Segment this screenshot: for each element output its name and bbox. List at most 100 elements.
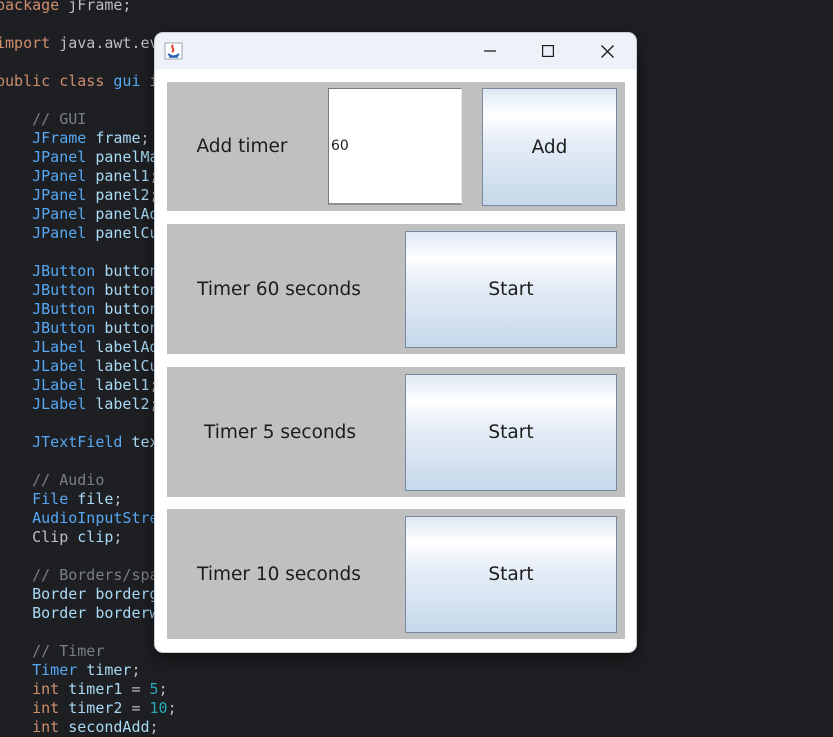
code-token: JButton [32,262,96,280]
code-token: Timer [32,661,78,679]
code-token: JLabel [32,357,87,375]
code-line: // Timer [0,642,104,661]
code-line: JTextField tex [0,433,158,452]
code-line: File file; [0,490,122,509]
code-token: timer [86,661,132,679]
code-line: JPanel panel1; [0,167,158,186]
add-button[interactable]: Add [482,88,617,206]
code-token: JPanel [32,224,87,242]
code-token: ; [149,718,159,736]
close-button[interactable] [578,33,636,69]
code-token: borderw [95,604,159,622]
code-token: JFrame [32,129,87,147]
code-token: JButton [32,300,96,318]
code-line: public class gui i [0,72,159,91]
timer-label: Timer 5 seconds [203,421,357,443]
code-line: JButton button [0,300,159,319]
code-token: borderg [95,585,159,603]
code-token: panel2 [95,186,150,204]
code-line: JLabel label1; [0,376,158,395]
code-token: = [122,699,150,717]
code-token: JPanel [32,186,87,204]
code-token: button [104,262,159,280]
code-token: ; [158,680,168,698]
code-line: Border borderg [0,585,159,604]
code-token: public class [0,72,105,90]
code-token: ; [113,490,123,508]
add-timer-label: Add timer [196,136,288,157]
code-line: import java.awt.ev [0,34,159,53]
code-token: panelCu [95,224,159,242]
timer-panel-60: Timer 60 seconds Start [167,224,625,354]
code-token: label2 [95,395,150,413]
code-token: JPanel [32,148,87,166]
code-token: int [32,718,60,736]
minimize-button[interactable] [461,33,519,69]
maximize-button[interactable] [519,33,577,69]
code-token: button [104,281,159,299]
start-button[interactable]: Start [405,231,617,348]
code-token: panelMa [95,148,159,166]
code-token: JPanel [32,167,87,185]
code-token: ; [167,699,177,717]
code-token: = [122,680,150,698]
code-token: button [104,300,159,318]
code-line: package jFrame; [0,0,131,15]
seconds-input[interactable]: 60 [328,88,462,205]
code-token: JTextField [32,433,123,451]
code-line: // GUI [0,110,86,129]
code-token: JLabel [32,376,87,394]
code-token: panel1 [95,167,150,185]
code-token: java.awt.ev [50,34,159,52]
code-line: JPanel panelAd [0,205,158,224]
code-token: int [32,680,60,698]
code-line: // Borders/spa [0,566,158,585]
code-token: frame [95,129,141,147]
code-token: ; [113,528,123,546]
code-token: timer2 [68,699,123,717]
code-line: int timer2 = 10; [0,699,177,718]
code-line: JLabel label2; [0,395,158,414]
code-token: 10 [149,699,168,717]
timer-label: Timer 60 seconds [197,278,361,300]
code-token: JButton [32,281,96,299]
code-token: label1 [95,376,150,394]
code-token: // Timer [32,642,105,660]
code-token: labelCu [95,357,159,375]
timer-panel-5: Timer 5 seconds Start [167,367,625,497]
start-button[interactable]: Start [405,374,617,491]
code-line: JButton button [0,281,159,300]
start-button[interactable]: Start [405,516,617,633]
maximize-icon [542,45,554,57]
code-token: gui [113,72,141,90]
code-token: import [0,34,51,52]
code-line: AudioInputStre [0,509,158,528]
code-token: button [104,319,159,337]
title-bar[interactable] [155,33,636,69]
